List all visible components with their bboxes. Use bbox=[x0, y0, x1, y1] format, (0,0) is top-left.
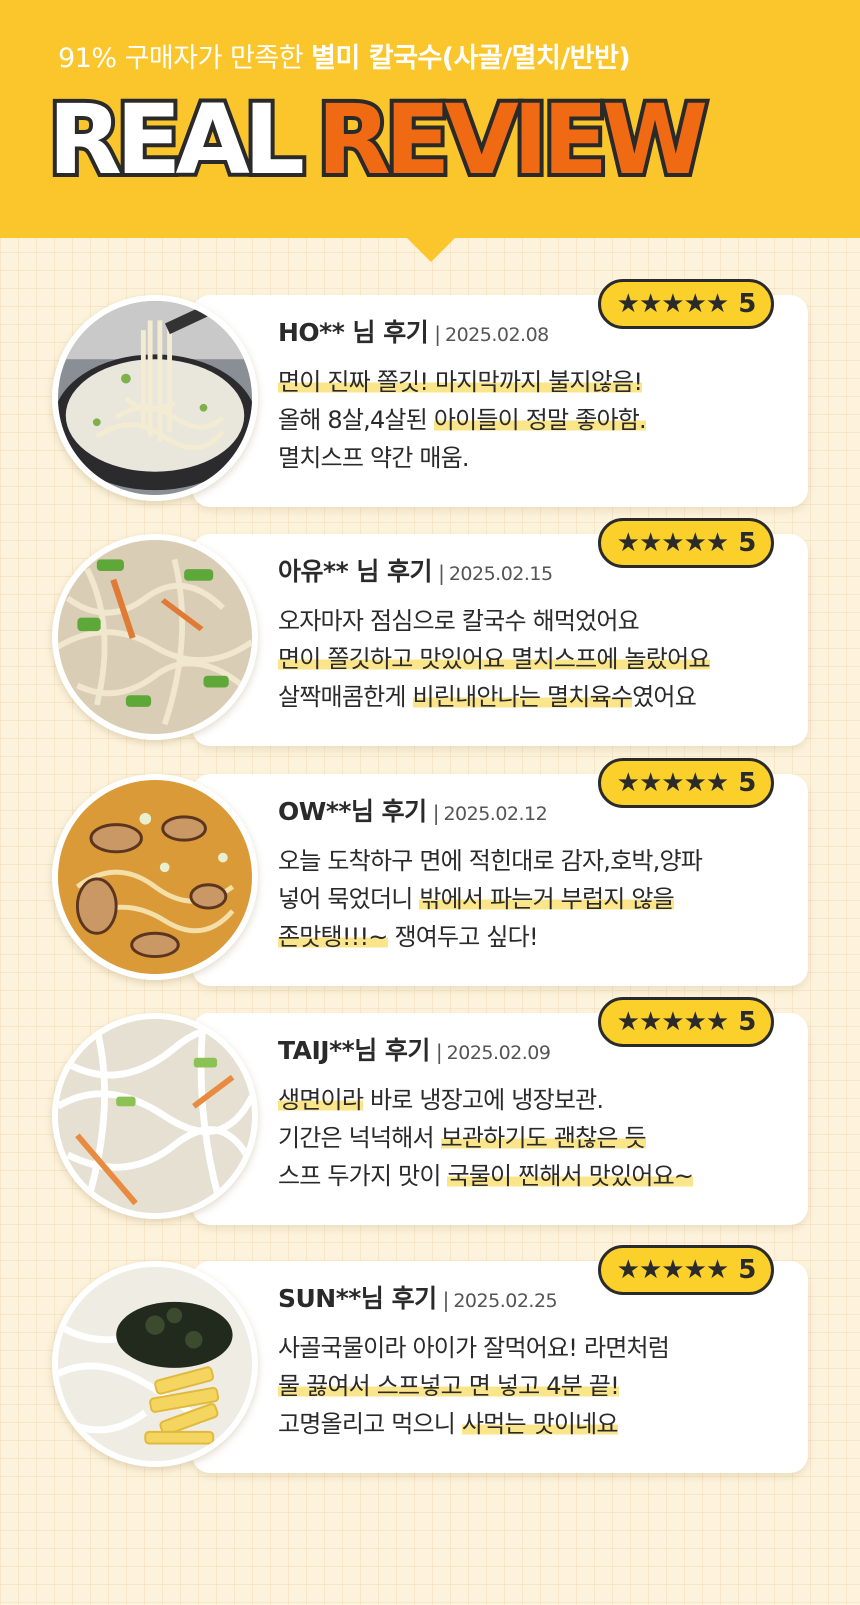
review-text-line: 물 끓여서 스프넣고 면 넣고 4분 끝! bbox=[278, 1367, 798, 1405]
review-text-line: 기간은 넉넉해서 보관하기도 괜찮은 듯 bbox=[278, 1119, 798, 1157]
review-item: ★★★★★ 5 OW**님 후기 | 2025.02.12 오늘 도착하구 면에 적힌대로… bbox=[52, 758, 812, 994]
reviewer-name: 아유** 님 후기 bbox=[278, 557, 433, 586]
subtitle-product: 별미 칼국수(사골/멸치/반반) bbox=[311, 43, 631, 74]
highlighted-text: 물 끓여서 스프넣고 면 넣고 4분 끝! bbox=[278, 1372, 620, 1400]
reviewer-line: OW**님 후기 | 2025.02.12 bbox=[278, 792, 548, 828]
review-text-segment: 였어요 bbox=[632, 683, 697, 711]
highlighted-text: 아이들이 정말 좋아함. bbox=[433, 406, 647, 434]
review-text-line: 멸치스프 약간 매움. bbox=[278, 439, 798, 477]
review-text-line: 고명올리고 먹으니 사먹는 맛이네요 bbox=[278, 1405, 798, 1443]
reviewer-name: TAIJ**님 후기 bbox=[278, 1036, 430, 1065]
review-text: 생면이라 바로 냉장고에 냉장보관. 기간은 넉넉해서 보관하기도 괜찮은 듯 스프… bbox=[278, 1081, 798, 1195]
separator: | bbox=[432, 801, 440, 825]
highlighted-text: 비린내안나는 멸치육수 bbox=[412, 683, 633, 711]
reviewer-name: OW**님 후기 bbox=[278, 797, 427, 826]
review-text-segment: 넣어 묵었더니 bbox=[278, 885, 420, 913]
star-icons: ★★★★★ bbox=[616, 528, 730, 558]
review-text-segment: 고명올리고 먹으니 bbox=[278, 1410, 462, 1438]
highlighted-text: 밖에서 파는거 부럽지 않을 bbox=[419, 885, 675, 913]
review-text-line: 면이 진짜 쫄깃! 마지막까지 불지않음! bbox=[278, 363, 798, 401]
highlighted-text: 면이 진짜 쫄깃! 마지막까지 불지않음! bbox=[278, 368, 643, 396]
reviewer-line: 아유** 님 후기 | 2025.02.15 bbox=[278, 552, 553, 588]
noodle-soup-photo bbox=[52, 534, 258, 740]
highlighted-text: 생면이라 bbox=[278, 1086, 364, 1114]
rating-badge: ★★★★★ 5 bbox=[598, 997, 774, 1047]
rating-badge: ★★★★★ 5 bbox=[598, 1245, 774, 1295]
separator: | bbox=[435, 1040, 443, 1064]
review-text-segment: 살짝매콤한게 bbox=[278, 683, 413, 711]
review-date: 2025.02.08 bbox=[444, 324, 549, 346]
highlighted-text: 사먹는 맛이네요 bbox=[461, 1410, 619, 1438]
title-real: REAL bbox=[44, 84, 309, 196]
review-text-segment: 오자마자 점심으로 칼국수 해먹었어요 bbox=[278, 607, 640, 635]
review-item: ★★★★★ 5 SUN**님 후기 | 2025.02.25 사골국물이라 아이가 잘먹어… bbox=[52, 1245, 812, 1481]
mushroom-noodle-photo bbox=[52, 774, 258, 980]
separator: | bbox=[434, 322, 441, 346]
star-icons: ★★★★★ bbox=[616, 289, 730, 319]
rating-value: 5 bbox=[738, 1255, 756, 1285]
highlighted-text: 면이 쫄깃하고 맛있어요 멸치스프에 놀랐어요 bbox=[278, 645, 710, 673]
review-text-line: 사골국물이라 아이가 잘먹어요! 라면처럼 bbox=[278, 1329, 798, 1367]
review-text-line: 생면이라 바로 냉장고에 냉장보관. bbox=[278, 1081, 798, 1119]
review-text-line: 오늘 도착하구 면에 적힌대로 감자,호박,양파 bbox=[278, 842, 798, 880]
review-text: 오늘 도착하구 면에 적힌대로 감자,호박,양파넣어 묵었더니 밖에서 파는거 … bbox=[278, 842, 798, 956]
rating-badge: ★★★★★ 5 bbox=[598, 518, 774, 568]
noodle-bowl-photo bbox=[52, 295, 258, 501]
review-text: 사골국물이라 아이가 잘먹어요! 라면처럼물 끓여서 스프넣고 면 넣고 4분 … bbox=[278, 1329, 798, 1443]
review-text: 면이 진짜 쫄깃! 마지막까지 불지않음! 올해 8살,4살된 아이들이 정말 좋… bbox=[278, 363, 798, 477]
highlighted-text: 존맛탱!!!~ bbox=[278, 923, 388, 951]
rating-value: 5 bbox=[738, 1007, 756, 1037]
review-text-segment: 바로 냉장고에 냉장보관. bbox=[363, 1086, 604, 1114]
star-icons: ★★★★★ bbox=[616, 768, 730, 798]
review-text-line: 면이 쫄깃하고 맛있어요 멸치스프에 놀랐어요 bbox=[278, 640, 798, 678]
review-date: 2025.02.15 bbox=[448, 563, 553, 585]
review-text-segment: 사골국물이라 아이가 잘먹어요! 라면처럼 bbox=[278, 1334, 670, 1362]
review-date: 2025.02.09 bbox=[446, 1042, 551, 1064]
seaweed-egg-noodle-photo bbox=[52, 1261, 258, 1467]
review-item: ★★★★★ 5 HO** 님 후기 | 2025.02.08 면이 진짜 쫄깃! 마지막까… bbox=[52, 279, 812, 515]
review-text-segment: 기간은 넉넉해서 bbox=[278, 1124, 441, 1152]
star-icons: ★★★★★ bbox=[616, 1007, 730, 1037]
rating-value: 5 bbox=[738, 768, 756, 798]
review-text-segment: 스프 두가지 맛이 bbox=[278, 1162, 448, 1190]
header-subtitle: 91% 구매자가 만족한 별미 칼국수(사골/멸치/반반) bbox=[58, 36, 818, 75]
reviewer-line: HO** 님 후기 | 2025.02.08 bbox=[278, 313, 549, 349]
review-text-segment: 멸치스프 약간 매움. bbox=[278, 444, 470, 472]
reviewer-name: SUN**님 후기 bbox=[278, 1284, 437, 1313]
reviewer-line: TAIJ**님 후기 | 2025.02.09 bbox=[278, 1031, 551, 1067]
page-title: REAL REVIEW bbox=[44, 84, 828, 198]
separator: | bbox=[442, 1288, 450, 1312]
header-banner: 91% 구매자가 만족한 별미 칼국수(사골/멸치/반반) REAL REVIEW bbox=[0, 0, 860, 238]
rating-value: 5 bbox=[738, 289, 756, 319]
review-text-line: 올해 8살,4살된 아이들이 정말 좋아함. bbox=[278, 401, 798, 439]
review-text-line: 넣어 묵었더니 밖에서 파는거 부럽지 않을 bbox=[278, 880, 798, 918]
review-item: ★★★★★ 5 아유** 님 후기 | 2025.02.15 오자마자 점심으로 칼국수 … bbox=[52, 518, 812, 754]
review-text-segment: 올해 8살,4살된 bbox=[278, 406, 434, 434]
subtitle-prefix: 91% 구매자가 만족한 bbox=[58, 43, 304, 74]
rating-badge: ★★★★★ 5 bbox=[598, 279, 774, 329]
noodle-closeup-photo bbox=[52, 1013, 258, 1219]
review-date: 2025.02.12 bbox=[443, 803, 548, 825]
review-text-segment: 오늘 도착하구 면에 적힌대로 감자,호박,양파 bbox=[278, 847, 703, 875]
separator: | bbox=[438, 561, 445, 585]
review-text: 오자마자 점심으로 칼국수 해먹었어요면이 쫄깃하고 맛있어요 멸치스프에 놀랐… bbox=[278, 602, 798, 716]
review-text-line: 오자마자 점심으로 칼국수 해먹었어요 bbox=[278, 602, 798, 640]
review-text-line: 존맛탱!!!~ 쟁여두고 싶다! bbox=[278, 918, 798, 956]
star-icons: ★★★★★ bbox=[616, 1255, 730, 1285]
header-pointer bbox=[405, 236, 457, 262]
rating-value: 5 bbox=[738, 528, 756, 558]
highlighted-text: 국물이 찐해서 맛있어요~ bbox=[447, 1162, 694, 1190]
review-text-line: 살짝매콤한게 비린내안나는 멸치육수였어요 bbox=[278, 678, 798, 716]
reviewer-name: HO** 님 후기 bbox=[278, 318, 429, 347]
title-review: REVIEW bbox=[313, 84, 712, 196]
review-date: 2025.02.25 bbox=[453, 1290, 558, 1312]
highlighted-text: 보관하기도 괜찮은 듯 bbox=[440, 1124, 647, 1152]
reviewer-line: SUN**님 후기 | 2025.02.25 bbox=[278, 1279, 558, 1315]
rating-badge: ★★★★★ 5 bbox=[598, 758, 774, 808]
review-text-line: 스프 두가지 맛이 국물이 찐해서 맛있어요~ bbox=[278, 1157, 798, 1195]
review-item: ★★★★★ 5 TAIJ**님 후기 | 2025.02.09 생면이라 바로 냉장고에 … bbox=[52, 997, 812, 1233]
review-text-segment: 쟁여두고 싶다! bbox=[387, 923, 538, 951]
